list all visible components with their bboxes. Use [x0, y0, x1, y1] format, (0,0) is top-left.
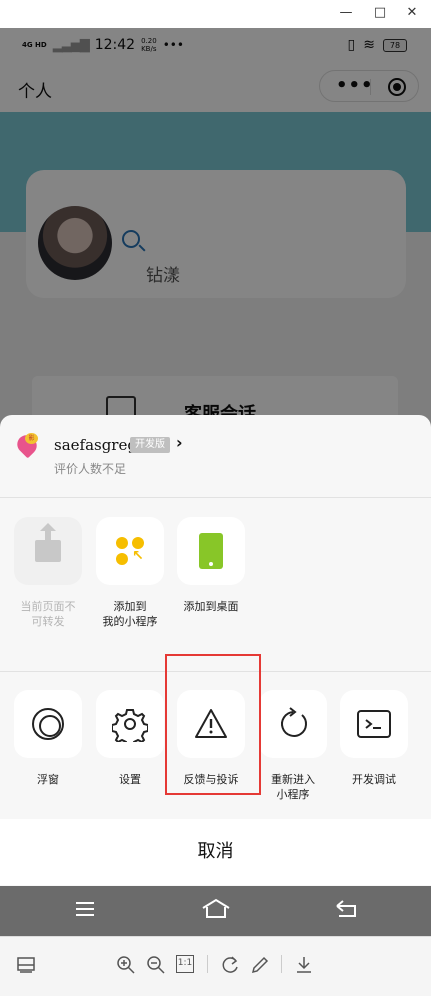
add-mini-program-tile[interactable]: ↖ [96, 517, 164, 585]
float-window-tile[interactable] [14, 690, 82, 758]
add-mini-program-icon [116, 553, 128, 565]
action-sheet: 影 saefasgrege 开发版 › 评价人数不足 当前页面不 可转发 ↖ 添… [0, 415, 431, 936]
toolbar-divider [281, 955, 282, 973]
share-arrow-icon [40, 523, 56, 545]
share-tile [14, 517, 82, 585]
actual-size-button[interactable]: 1:1 [176, 955, 194, 973]
action-label: 设置 [119, 773, 141, 786]
menu-icon[interactable] [74, 898, 96, 920]
app-logo: 影 [13, 431, 41, 459]
layout-icon[interactable] [16, 953, 36, 977]
zoom-in-icon[interactable] [116, 953, 136, 977]
float-window-icon [32, 708, 64, 740]
cancel-button[interactable]: 取消 [0, 819, 431, 885]
zoom-out-icon[interactable] [146, 953, 166, 977]
settings-tile[interactable] [96, 690, 164, 758]
action-share: 当前页面不 可转发 [14, 517, 82, 629]
maximize-button[interactable]: □ [370, 4, 390, 22]
action-label: 当前页面不 可转发 [20, 600, 76, 628]
gear-icon [112, 709, 148, 742]
phone-screen: 4G HD ▂▃▅▇ 12:42 0.20 KB/s ••• ▯ ≋ 78 个人… [0, 28, 431, 936]
back-icon[interactable] [335, 898, 359, 920]
dev-version-badge: 开发版 [130, 437, 170, 453]
arrow-in-icon: ↖ [132, 548, 144, 564]
android-nav-bar [0, 886, 431, 936]
toolbar-divider [207, 955, 208, 973]
action-reenter[interactable]: 重新进入 小程序 [259, 690, 327, 802]
feedback-highlight-box [165, 654, 261, 795]
action-label: 浮窗 [37, 773, 59, 786]
add-desktop-tile[interactable] [177, 517, 245, 585]
close-button[interactable]: ✕ [402, 4, 422, 22]
rating-text: 评价人数不足 [54, 462, 127, 476]
sheet-header[interactable]: 影 saefasgrege 开发版 › 评价人数不足 [0, 415, 431, 497]
action-label: 添加到桌面 [183, 600, 239, 613]
action-add-mini-program[interactable]: ↖ 添加到 我的小程序 [96, 517, 164, 629]
action-label: 添加到 我的小程序 [102, 600, 158, 628]
reenter-tile[interactable] [259, 690, 327, 758]
divider [0, 497, 431, 498]
terminal-icon [357, 710, 391, 738]
pen-icon[interactable] [250, 953, 270, 977]
debug-tile[interactable] [340, 690, 408, 758]
add-mini-program-icon [116, 537, 128, 549]
logo-badge: 影 [25, 433, 38, 444]
add-desktop-icon [199, 533, 223, 569]
emulator-toolbar: 1:1 [0, 936, 431, 996]
rotate-icon[interactable] [220, 953, 240, 977]
action-add-desktop[interactable]: 添加到桌面 [177, 517, 245, 614]
download-icon[interactable] [294, 953, 314, 977]
window-titlebar: — □ ✕ [0, 0, 431, 28]
action-settings[interactable]: 设置 [96, 690, 164, 787]
action-debug[interactable]: 开发调试 [340, 690, 408, 787]
action-label: 开发调试 [352, 773, 396, 786]
minimize-button[interactable]: — [336, 4, 356, 22]
refresh-icon [281, 707, 307, 737]
home-icon[interactable] [201, 898, 231, 920]
action-float-window[interactable]: 浮窗 [14, 690, 82, 787]
action-label: 重新进入 小程序 [271, 773, 315, 801]
chevron-right-icon[interactable]: › [176, 433, 183, 452]
